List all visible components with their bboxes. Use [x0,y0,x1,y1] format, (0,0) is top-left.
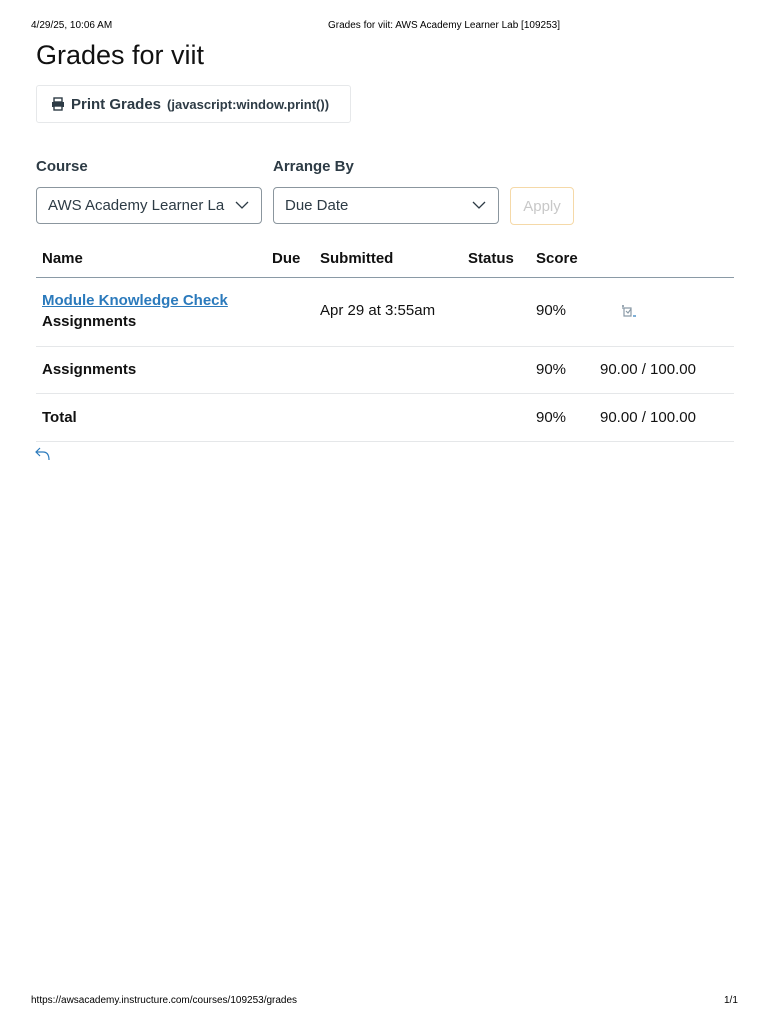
apply-button[interactable]: Apply [510,187,574,225]
row-divider [36,346,734,347]
chevron-down-icon [472,201,486,209]
score: 90% [536,409,567,426]
printer-icon [52,97,64,111]
print-grades-label: Print Grades [71,95,162,113]
score: 90% [536,361,567,378]
chevron-down-icon [235,201,249,209]
print-grades-button[interactable]: Print Grades (javascript:window.print()) [36,85,351,123]
arrange-by-label: Arrange By [273,158,354,175]
score: 90% [536,302,567,319]
header-name: Name [42,250,83,267]
course-select[interactable]: AWS Academy Learner La [36,187,262,224]
assignment-link[interactable]: Module Knowledge Check [42,292,228,309]
footer-page: 1/1 [724,995,738,1006]
header-status: Status [468,250,514,267]
course-label: Course [36,158,88,175]
rubric-icon[interactable] [620,304,638,318]
course-select-value: AWS Academy Learner La [48,197,225,214]
back-arrow-icon[interactable] [35,446,51,462]
print-datetime: 4/29/25, 10:06 AM [31,20,113,31]
footer-url: https://awsacademy.instructure.com/cours… [31,995,298,1006]
points: 90.00 / 100.00 [600,361,696,378]
header-due: Due [272,250,301,267]
group-name: Assignments [42,361,137,378]
row-divider [36,393,734,394]
page-title: Grades for viit [36,40,205,70]
assignment-group: Assignments [42,313,137,330]
print-grades-hint: (javascript:window.print()) [167,96,330,112]
total-label: Total [42,409,77,426]
arrange-by-value: Due Date [285,197,349,214]
points: 90.00 / 100.00 [600,409,696,426]
header-submitted: Submitted [320,250,394,267]
arrange-by-select[interactable]: Due Date [273,187,499,224]
header-score: Score [536,250,578,267]
row-divider [36,441,734,442]
print-page-title: Grades for viit: AWS Academy Learner Lab… [328,20,560,31]
submitted-date: Apr 29 at 3:55am [320,302,436,319]
header-divider [36,277,734,278]
